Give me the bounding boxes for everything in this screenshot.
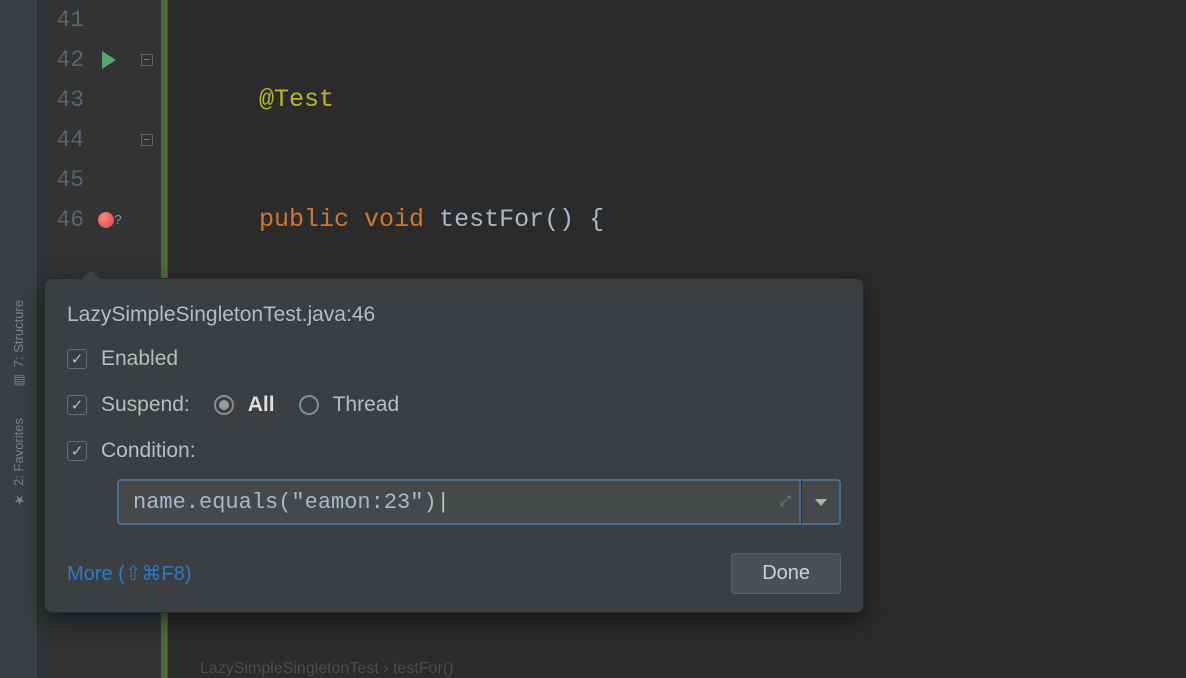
conditional-breakpoint-indicator: ? xyxy=(114,213,122,229)
condition-row: Condition: xyxy=(67,439,841,463)
suspend-row: Suspend: All Thread xyxy=(67,393,841,417)
gutter-line-45[interactable]: 45 xyxy=(38,160,167,200)
suspend-thread-radio[interactable] xyxy=(299,395,319,415)
gutter-line-43[interactable]: 43 xyxy=(38,80,167,120)
breadcrumb-class[interactable]: LazySimpleSingletonTest xyxy=(200,660,379,677)
condition-label: Condition: xyxy=(101,439,196,463)
condition-input-wrap: name.equals("eamon:23")| ⤢ xyxy=(117,479,841,525)
code-line-41[interactable]: @Test xyxy=(168,80,1186,120)
done-button[interactable]: Done xyxy=(731,553,841,594)
structure-icon: ▤ xyxy=(11,373,26,388)
condition-value: name.equals("eamon:23") xyxy=(133,490,437,515)
suspend-checkbox[interactable] xyxy=(67,395,87,415)
gutter-line-41[interactable]: 41 xyxy=(38,0,167,40)
gutter-line-46[interactable]: 46 ? xyxy=(38,200,167,240)
fold-icon[interactable]: − xyxy=(141,134,153,146)
line-number: 44 xyxy=(48,127,84,153)
popup-title: LazySimpleSingletonTest.java:46 xyxy=(67,303,841,327)
line-number: 46 xyxy=(48,207,84,233)
breakpoint-icon[interactable] xyxy=(98,212,114,228)
breadcrumb[interactable]: LazySimpleSingletonTest › testFor() xyxy=(200,660,453,678)
fold-icon[interactable]: − xyxy=(141,54,153,66)
breadcrumb-separator: › xyxy=(379,660,393,677)
gutter-line-44[interactable]: 44 − xyxy=(38,120,167,160)
enabled-checkbox[interactable] xyxy=(67,349,87,369)
condition-history-dropdown[interactable] xyxy=(801,479,841,525)
star-icon: ★ xyxy=(11,492,26,507)
line-number: 43 xyxy=(48,87,84,113)
ide-root: ▤ 7: Structure ★ 2: Favorites 41 42 − 43… xyxy=(0,0,1186,678)
more-link[interactable]: More (⇧⌘F8) xyxy=(67,561,192,586)
structure-tool-button[interactable]: ▤ 7: Structure xyxy=(11,300,26,388)
condition-checkbox[interactable] xyxy=(67,441,87,461)
condition-input[interactable]: name.equals("eamon:23")| ⤢ xyxy=(117,479,801,525)
suspend-thread-label: Thread xyxy=(333,393,400,417)
gutter-line-42[interactable]: 42 − xyxy=(38,40,167,80)
expand-icon[interactable]: ⤢ xyxy=(780,494,791,510)
left-tool-strip: ▤ 7: Structure ★ 2: Favorites xyxy=(0,0,38,678)
favorites-label: 2: Favorites xyxy=(11,418,26,486)
structure-label: 7: Structure xyxy=(11,300,26,367)
text-caret: | xyxy=(437,490,450,515)
suspend-all-label: All xyxy=(248,393,275,417)
popup-footer: More (⇧⌘F8) Done xyxy=(67,553,841,594)
breakpoint-popup: LazySimpleSingletonTest.java:46 Enabled … xyxy=(44,278,864,613)
popup-arrow xyxy=(81,270,101,280)
enabled-label: Enabled xyxy=(101,347,178,371)
enabled-row: Enabled xyxy=(67,347,841,371)
run-test-icon[interactable] xyxy=(102,51,116,69)
code-line-42[interactable]: public void testFor() { xyxy=(168,200,1186,240)
suspend-label: Suspend: xyxy=(101,393,190,417)
suspend-all-radio[interactable] xyxy=(214,395,234,415)
breadcrumb-method[interactable]: testFor() xyxy=(393,660,453,677)
line-number: 45 xyxy=(48,167,84,193)
line-number: 42 xyxy=(48,47,84,73)
favorites-tool-button[interactable]: ★ 2: Favorites xyxy=(11,418,26,507)
line-number: 41 xyxy=(48,7,84,33)
annotation: @Test xyxy=(259,85,334,114)
chevron-down-icon xyxy=(815,499,827,506)
